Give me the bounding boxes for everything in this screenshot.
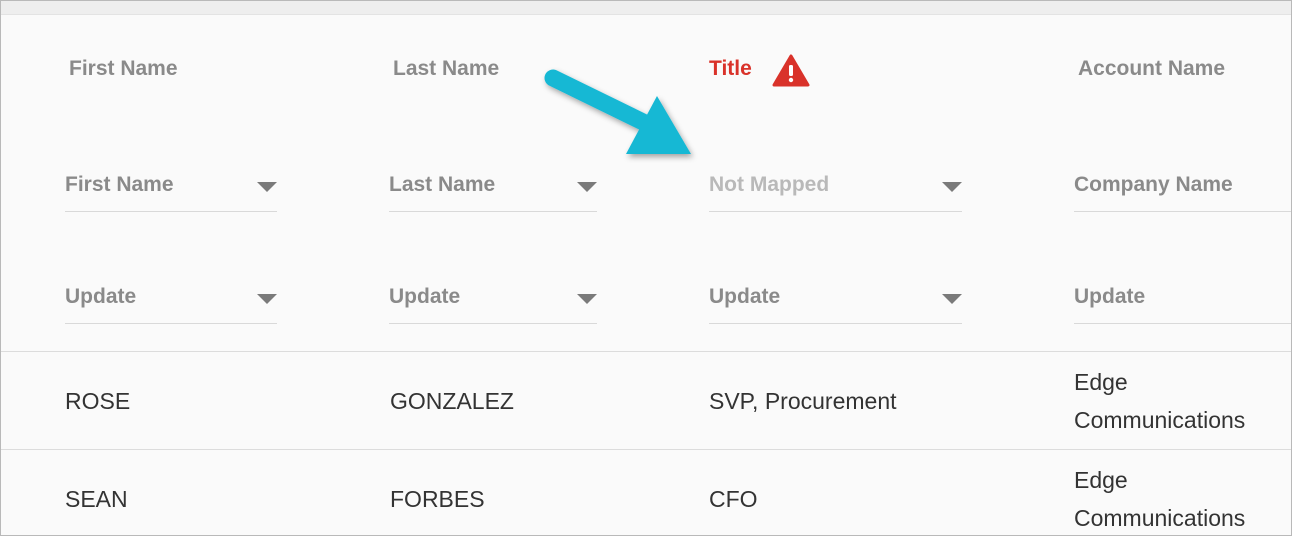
mapping-select-title[interactable]: Not Mapped (709, 161, 962, 212)
cell-first-name: ROSE (65, 388, 131, 414)
mapping-select-value: Last Name (389, 173, 496, 196)
mapping-select-account-name[interactable]: Company Name (1074, 161, 1291, 212)
mapping-select-first-name[interactable]: First Name (65, 161, 277, 212)
chevron-down-icon[interactable] (942, 294, 962, 304)
column-header-first-name: First Name (69, 57, 178, 80)
field-mapping-panel: First Name Last Name Title Account Name … (0, 0, 1292, 536)
cell-last-name: GONZALEZ (390, 388, 514, 414)
arrow-callout (544, 69, 691, 154)
action-select-first-name[interactable]: Update (65, 273, 277, 324)
column-header-last-name: Last Name (393, 57, 500, 80)
chevron-down-icon[interactable] (257, 182, 277, 192)
chevron-down-icon[interactable] (257, 294, 277, 304)
column-header-title: Title (709, 57, 752, 80)
cell-title: CFO (709, 486, 758, 512)
mapping-select-value: Not Mapped (709, 173, 830, 196)
chevron-down-icon[interactable] (577, 182, 597, 192)
top-edge (1, 1, 1291, 15)
row-divider (1, 351, 1291, 352)
cell-title: SVP, Procurement (709, 388, 897, 414)
row-divider (1, 449, 1291, 450)
action-select-account-name[interactable]: Update (1074, 273, 1291, 324)
cell-account-name: Edge Communications (1074, 369, 1246, 433)
cell-first-name: SEAN (65, 486, 128, 512)
action-select-value: Update (389, 285, 461, 308)
chevron-down-icon[interactable] (942, 182, 962, 192)
mapping-select-value: First Name (65, 173, 174, 196)
action-select-title[interactable]: Update (709, 273, 962, 324)
action-select-last-name[interactable]: Update (389, 273, 597, 324)
cell-account-name: Edge Communications (1074, 467, 1246, 531)
chevron-down-icon[interactable] (577, 294, 597, 304)
column-header-account-name: Account Name (1078, 57, 1226, 80)
action-select-value: Update (709, 285, 781, 308)
mapping-select-last-name[interactable]: Last Name (389, 161, 597, 212)
cell-last-name: FORBES (390, 486, 485, 512)
warning-triangle-icon (772, 54, 810, 87)
action-select-value: Update (65, 285, 137, 308)
action-select-value: Update (1074, 285, 1146, 308)
mapping-select-value: Company Name (1074, 173, 1233, 196)
